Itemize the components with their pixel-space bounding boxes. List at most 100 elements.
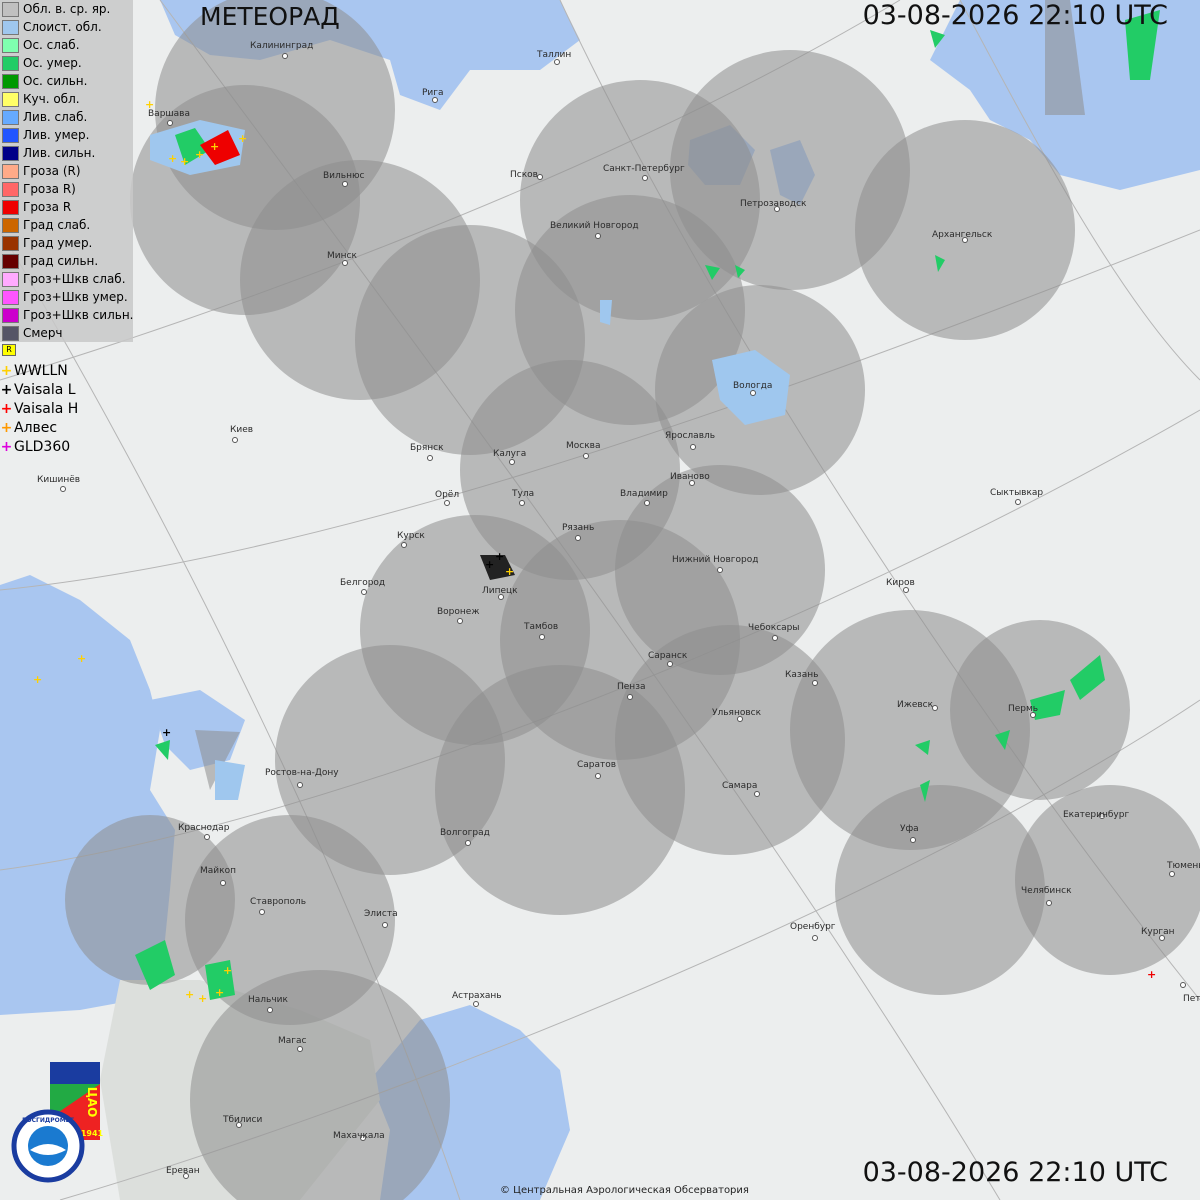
legend-label: Ос. слаб. [23,38,80,52]
city-label: Тамбов [523,622,558,632]
legend-item: Гроза R [0,198,133,216]
city-label: Екатеринбург [1063,810,1129,820]
legend-item: Куч. обл. [0,90,133,108]
city-label: Калининград [250,41,313,51]
legend-swatch [2,289,19,305]
svg-text:+: + [33,673,42,686]
svg-text:+: + [485,558,494,571]
radar-map-view: + + + + + + + + + + + + + + + + + Калини… [0,0,1200,1200]
city-label: Воронеж [437,607,479,617]
legend-label: Ос. умер. [23,56,82,70]
city-label: Элиста [364,909,398,919]
city-label: Белгород [340,578,385,588]
legend-label: Гроза R) [23,182,76,196]
svg-text:+: + [210,140,219,153]
sensor-label: Vaisala H [14,400,79,417]
legend-swatch [2,199,19,215]
legend-item: Ос. умер. [0,54,133,72]
svg-text:+: + [223,964,232,977]
legend-item: Лив. слаб. [0,108,133,126]
city-label: Таллин [536,50,571,60]
svg-text:+: + [505,565,514,578]
legend-item: Лив. умер. [0,126,133,144]
city-label: Рига [422,88,444,98]
svg-text:+: + [195,148,204,161]
legend-label: Гроз+Шкв сильн. [23,308,134,322]
city-label: Киев [230,425,253,435]
legend-label: Град умер. [23,236,93,250]
legend-swatch [2,109,19,125]
city-label: Ростов-на-Дону [265,768,339,778]
city-label: Саранск [648,651,688,661]
sensor-label: GLD360 [14,438,71,455]
sensor-label: Vaisala L [14,381,76,398]
legend-swatch [2,235,19,251]
legend-swatch [2,163,19,179]
city-label: Великий Новгород [550,221,639,231]
city-label: Архангельск [932,230,993,240]
city-label: Тбилиси [222,1115,262,1125]
legend-swatch [2,19,19,35]
city-marker: Екатеринбург [1063,810,1129,820]
legend-item: Слоист. обл. [0,18,133,36]
city-label: Калуга [493,449,526,459]
legend-item: Смерч [0,324,133,342]
cao-text: ЦАО [85,1087,99,1118]
city-label: Нальчик [248,995,289,1005]
city-marker: Махачкала [333,1131,385,1141]
city-label: Вологда [733,381,772,391]
svg-text:+: + [180,155,189,168]
city-label: Ереван [166,1166,200,1176]
legend-swatch [2,1,19,17]
precipitation-legend: Обл. в. ср. яр. Слоист. обл. Ос. слаб. О… [0,0,133,342]
organization-logos: ЦАО 1941 РОСГИДРОМЕТ [11,1062,104,1183]
cross-icon: + [0,381,13,398]
legend-item: Обл. в. ср. яр. [0,0,133,18]
city-label: Липецк [482,586,518,596]
legend-swatch [2,271,19,287]
city-label: Майкоп [200,866,236,876]
cross-icon: + [0,400,13,417]
svg-text:+: + [1147,968,1156,981]
city-label: Казань [785,670,818,680]
svg-text:+: + [168,152,177,165]
cross-icon: + [0,438,13,455]
city-label: Магас [278,1036,307,1046]
legend-label: Гроза R [23,200,72,214]
city-label: Брянск [410,443,444,453]
city-label: Ставрополь [250,897,306,907]
legend-label: Лив. сильн. [23,146,96,160]
city-label: Иваново [670,472,710,482]
observation-timestamp-top: 03-08-2026 22:10 UTC [862,0,1168,31]
city-label: Петрозаводск [740,199,807,209]
legend-swatch [2,73,19,89]
legend-label: Смерч [23,326,63,340]
city-label: Орёл [435,490,459,500]
roshydromet-text: РОСГИДРОМЕТ [22,1117,75,1124]
legend-item: Ос. сильн. [0,72,133,90]
legend-label: Слоист. обл. [23,20,102,34]
legend-swatch [2,127,19,143]
flag-icon[interactable]: R [2,344,16,356]
legend-label: Ос. сильн. [23,74,88,88]
city-label: Уфа [900,824,919,834]
sensor-item: + WWLLN [0,361,78,380]
page-title: МЕТЕОРАД [200,2,340,31]
legend-label: Обл. в. ср. яр. [23,2,111,16]
legend-swatch [2,181,19,197]
city-label: Пермь [1008,704,1038,714]
city-label: Ижевск [897,700,934,710]
sensor-label: WWLLN [14,362,68,379]
city-label: Варшава [148,109,190,119]
legend-swatch [2,145,19,161]
city-label: Киров [886,578,915,588]
legend-swatch [2,55,19,71]
sensor-label: Алвес [14,419,58,436]
city-label: Рязань [562,523,594,533]
legend-label: Град слаб. [23,218,91,232]
city-label: Нижний Новгород [672,555,758,565]
copyright-notice: © Центральная Аэрологическая Обсерватори… [500,1185,749,1196]
legend-label: Гроз+Шкв умер. [23,290,128,304]
svg-text:+: + [215,986,224,999]
city-label: Чебоксары [748,623,799,633]
